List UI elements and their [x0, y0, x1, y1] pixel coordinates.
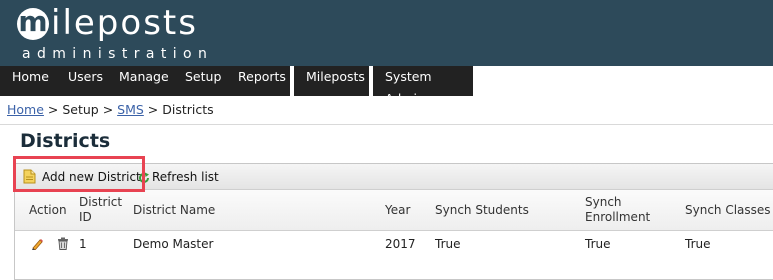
logo-initial: m — [18, 5, 48, 38]
document-add-icon — [23, 169, 36, 189]
cell-district-name: Demo Master — [133, 237, 214, 251]
column-header-synch-enrollment[interactable]: Synch Enrollment — [585, 195, 650, 225]
refresh-list-label: Refresh list — [152, 170, 219, 184]
trash-icon[interactable] — [57, 237, 69, 253]
breadcrumb-current: Districts — [162, 102, 214, 117]
nav-item-home[interactable]: Home — [12, 66, 49, 96]
add-district-label: Add new District — [42, 170, 141, 184]
app-header: m ileposts administration — [0, 0, 773, 66]
logo-text: ileposts — [51, 3, 198, 43]
breadcrumb-separator: > — [43, 102, 63, 117]
breadcrumb-home-link[interactable]: Home — [7, 102, 44, 117]
refresh-icon — [138, 171, 150, 189]
breadcrumb-sms-link[interactable]: SMS — [117, 102, 144, 117]
main-nav: Home Users Manage Setup Reports Milepost… — [0, 66, 773, 106]
breadcrumb-separator: > — [98, 102, 118, 117]
breadcrumb: Home > Setup > SMS > Districts — [7, 102, 214, 117]
column-header-synch-enrollment-line2: Enrollment — [585, 210, 651, 224]
pencil-icon[interactable] — [31, 237, 43, 253]
column-header-district-name[interactable]: District Name — [133, 203, 215, 218]
nav-group-system-admin: System Admin — [373, 66, 473, 106]
column-header-district-id[interactable]: District ID — [79, 195, 122, 225]
nav-group-main: Home Users Manage Setup Reports — [0, 66, 290, 96]
column-header-district-id-line2: ID — [79, 210, 92, 224]
cell-synch-students: True — [435, 237, 461, 251]
districts-grid: Add new District Refresh list Action Dis… — [14, 163, 773, 280]
column-header-action: Action — [29, 203, 67, 217]
column-header-district-id-line1: District — [79, 195, 123, 209]
table-row: 1 Demo Master 2017 True True True — [15, 231, 773, 257]
nav-item-mileposts[interactable]: Mileposts — [306, 66, 365, 96]
cell-synch-enrollment: True — [585, 237, 611, 251]
page-title: Districts — [20, 130, 111, 152]
nav-item-users[interactable]: Users — [68, 66, 103, 96]
breadcrumb-setup: Setup — [62, 102, 99, 117]
grid-toolbar: Add new District Refresh list — [15, 164, 773, 190]
logo-subtitle: administration — [22, 46, 214, 62]
nav-item-setup[interactable]: Setup — [185, 66, 221, 96]
table-header: Action District ID District Name Year Sy… — [15, 190, 773, 231]
column-header-synch-enrollment-line1: Synch — [585, 195, 622, 209]
column-header-synch-students[interactable]: Synch Students — [435, 203, 529, 218]
column-header-year[interactable]: Year — [385, 203, 410, 218]
cell-year: 2017 — [385, 237, 416, 251]
cell-district-id: 1 — [79, 237, 87, 251]
nav-item-reports[interactable]: Reports — [238, 66, 286, 96]
breadcrumb-separator: > — [143, 102, 163, 117]
cell-synch-classes: True — [685, 237, 711, 251]
breadcrumb-divider — [0, 124, 773, 125]
nav-item-manage[interactable]: Manage — [119, 66, 169, 96]
column-header-synch-classes[interactable]: Synch Classes — [685, 203, 771, 218]
nav-group-mileposts: Mileposts — [294, 66, 369, 96]
nav-item-system-admin[interactable]: System Admin — [385, 66, 473, 106]
